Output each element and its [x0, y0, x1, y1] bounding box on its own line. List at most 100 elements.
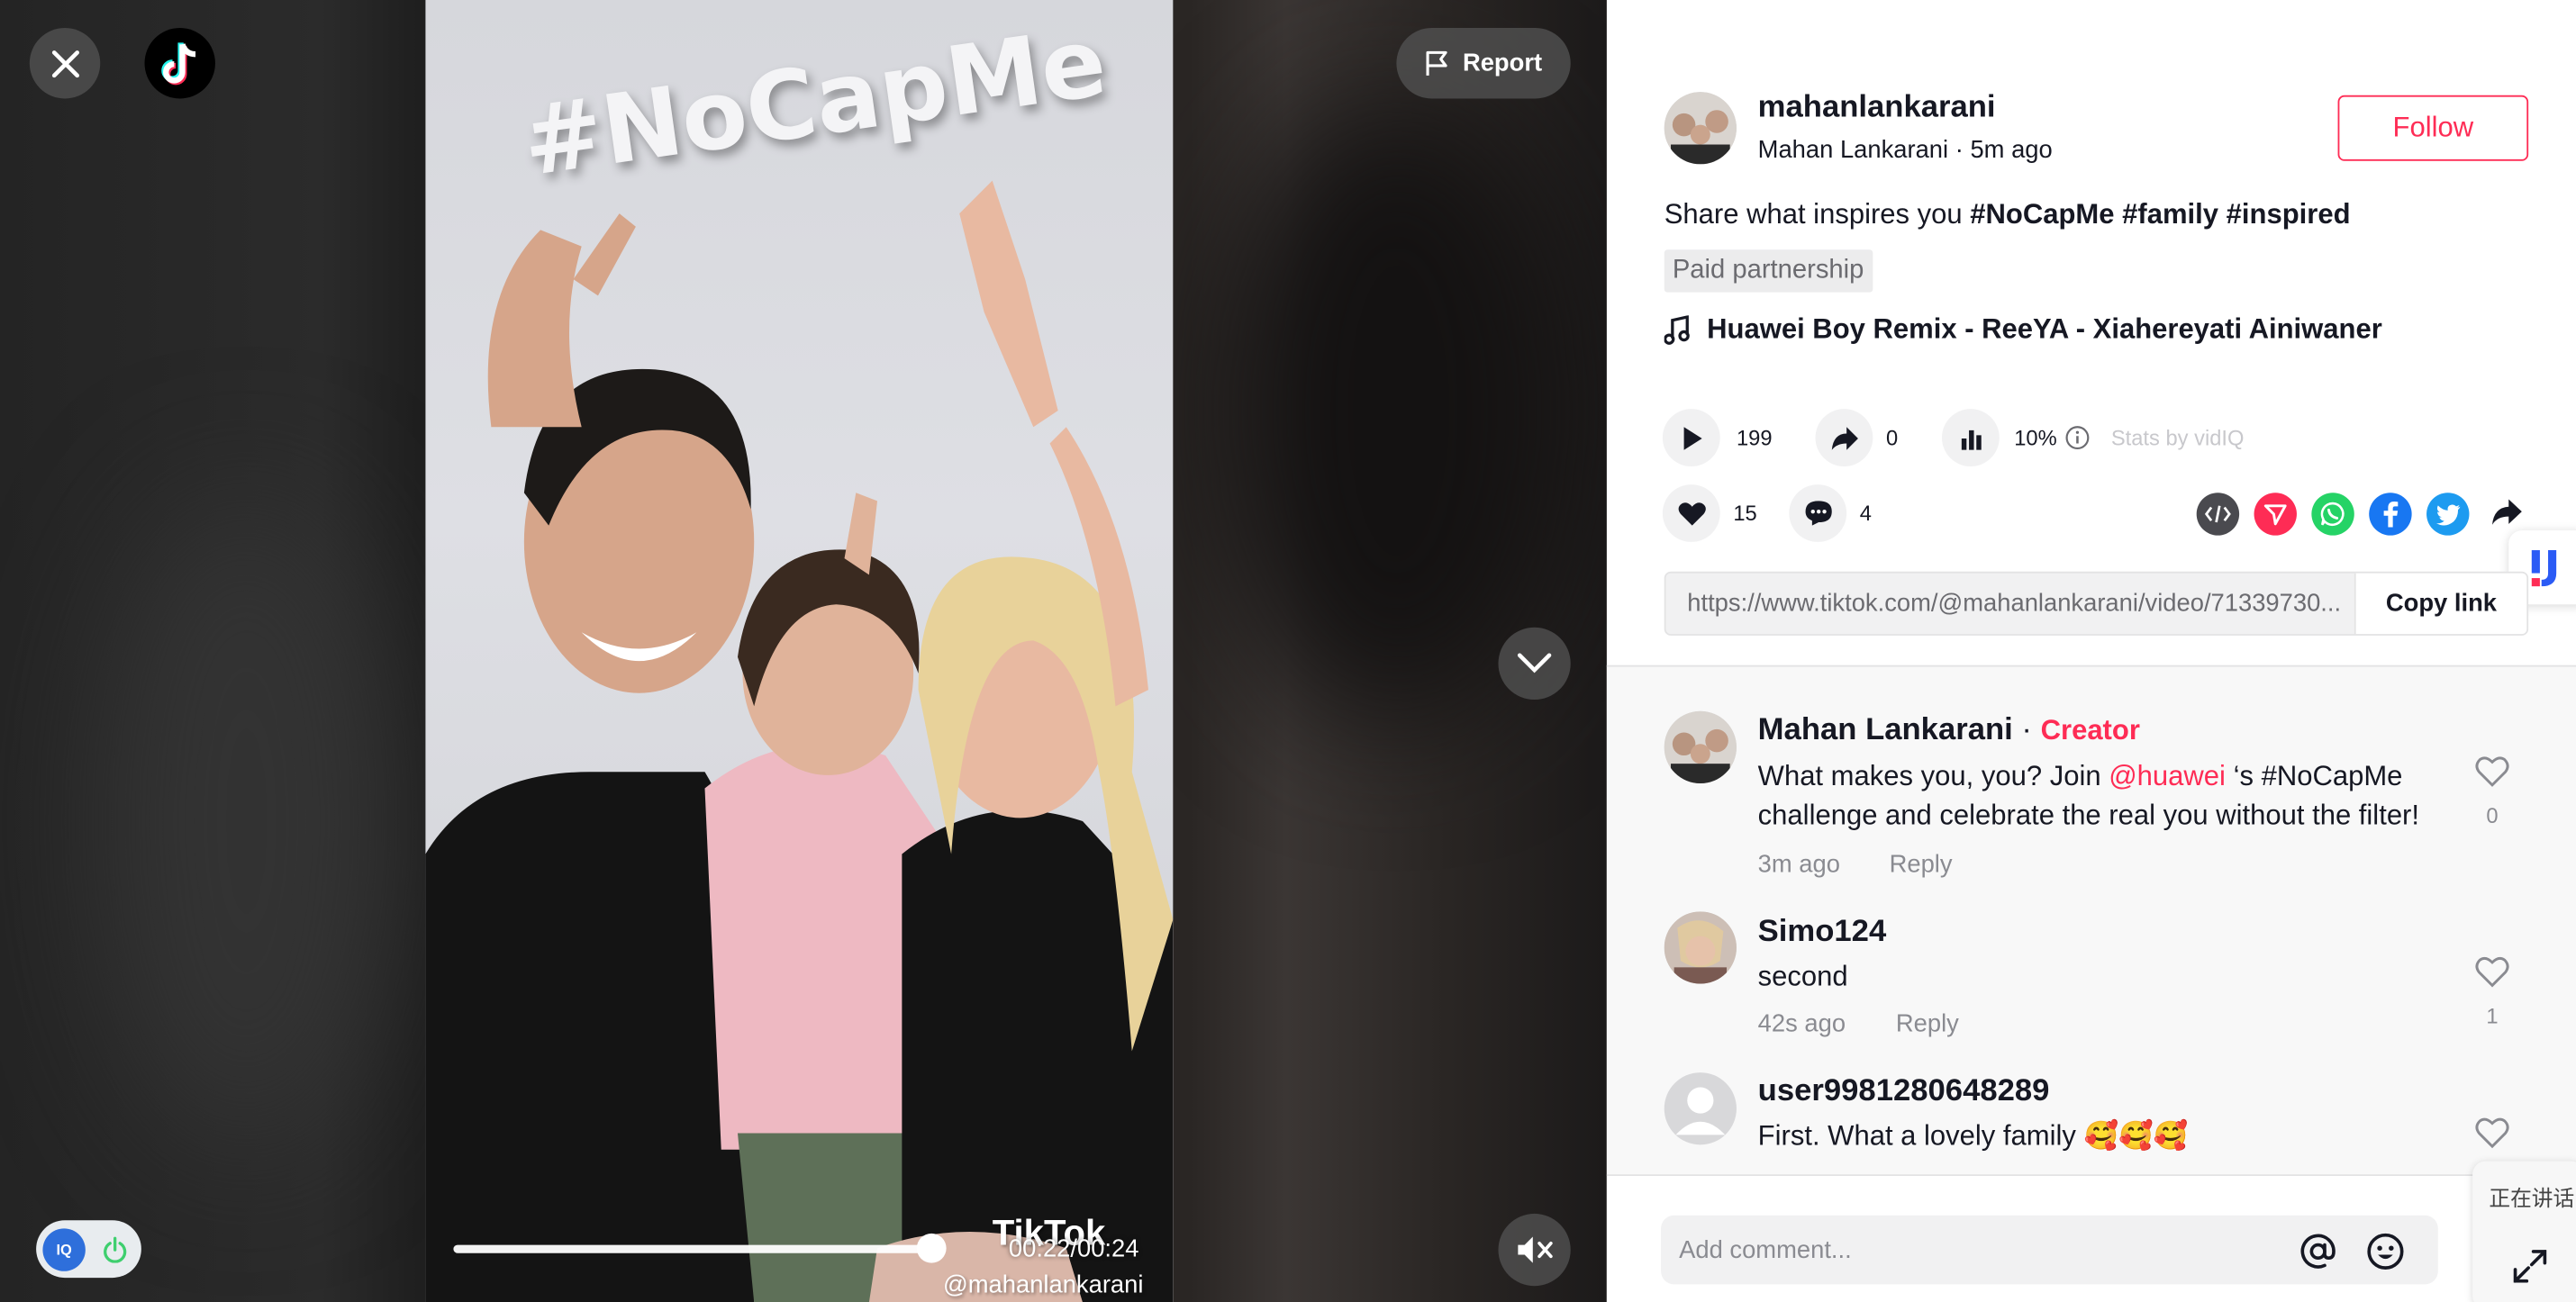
tiktok-logo-icon [160, 41, 195, 85]
likes-count: 15 [1733, 501, 1757, 526]
copy-link-button[interactable]: Copy link [2354, 573, 2527, 635]
default-avatar-icon [1675, 1087, 1726, 1135]
close-icon [50, 50, 79, 77]
watermark-handle: @mahanlankarani [942, 1270, 1144, 1299]
heart-outline-icon[interactable] [2474, 1117, 2510, 1149]
whatsapp-share-button[interactable] [2311, 493, 2354, 536]
comment-bubble-icon [1804, 501, 1831, 526]
comment-time: 42s ago [1757, 1009, 1846, 1038]
comment-text: second [1757, 961, 1848, 992]
comment-list[interactable]: Mahan Lankarani · Creator What makes you… [1606, 665, 2576, 1175]
comment-text-before: What makes you, you? Join [1757, 760, 2109, 792]
emoji-icon[interactable] [2366, 1232, 2406, 1271]
video-frame[interactable]: #NoCapMe [425, 0, 1174, 1302]
vidiq-icon: IQ [42, 1227, 86, 1270]
share-arrow-icon [1830, 426, 1858, 449]
send-to-friends-button[interactable] [2254, 493, 2297, 536]
embed-button[interactable] [2196, 493, 2240, 536]
extension-logo-icon [2530, 549, 2556, 586]
paid-partnership-badge: Paid partnership [1664, 249, 1873, 293]
facebook-share-button[interactable] [2369, 493, 2412, 536]
comment-text: First. What a lovely family 🥰🥰🥰 [1757, 1119, 2189, 1152]
comment-time: 3m ago [1757, 850, 1840, 879]
close-button[interactable] [29, 28, 101, 99]
share-link-url[interactable]: https://www.tiktok.com/@mahanlankarani/v… [1687, 590, 2353, 618]
comment-like[interactable]: 0 [2472, 755, 2512, 827]
creator-badge: Creator [2040, 714, 2140, 746]
author-username[interactable]: mahanlankarani [1758, 90, 1996, 126]
post-time: 5m ago [1970, 136, 2053, 165]
plays-stat [1662, 409, 1720, 467]
engagement-stat [1941, 409, 2000, 467]
comment-like[interactable]: 1 [2472, 956, 2512, 1028]
heart-icon [1677, 502, 1705, 525]
expand-icon[interactable] [2512, 1248, 2548, 1284]
hashtag-link[interactable]: #inspired [2227, 199, 2351, 231]
separator-dot: · [1955, 136, 1971, 165]
reply-button[interactable]: Reply [1890, 851, 1953, 879]
follow-button[interactable]: Follow [2337, 95, 2529, 161]
video-description: Share what inspires you #NoCapMe #family… [1664, 199, 2351, 231]
chevron-down-icon [1517, 653, 1552, 674]
heart-outline-icon[interactable] [2474, 755, 2510, 788]
avatar-image [1664, 92, 1737, 165]
floating-voice-widget[interactable]: 正在讲话 [2472, 1161, 2576, 1302]
comment-avatar[interactable] [1664, 1072, 1737, 1145]
like-button[interactable] [1662, 484, 1720, 542]
info-icon[interactable] [2065, 425, 2090, 450]
music-title: Huawei Boy Remix - ReeYA - Xiahereyati A… [1707, 313, 2382, 346]
comment-like-count: 0 [2486, 802, 2499, 828]
twitter-share-button[interactable] [2426, 493, 2470, 536]
mention-at-icon[interactable] [2299, 1232, 2338, 1271]
author-subline: Mahan Lankarani · 5m ago [1758, 136, 2053, 164]
plays-count: 199 [1736, 425, 1773, 450]
facebook-icon [2383, 502, 2399, 528]
hashtag-link[interactable]: #family [2122, 199, 2218, 231]
send-icon [2263, 504, 2287, 526]
comments-button[interactable] [1789, 484, 1847, 542]
music-link[interactable]: Huawei Boy Remix - ReeYA - Xiahereyati A… [1664, 313, 2382, 346]
comment-author[interactable]: Mahan Lankarani · Creator [1758, 713, 2140, 749]
extension-toggle[interactable]: IQ [36, 1220, 141, 1279]
next-video-button[interactable] [1498, 627, 1571, 701]
share-count-button[interactable] [1815, 409, 1873, 467]
comment-author-name[interactable]: Simo124 [1758, 915, 1887, 951]
comment-avatar[interactable] [1664, 710, 1737, 784]
progress-bar[interactable] [453, 1244, 930, 1253]
details-panel: mahanlankarani Mahan Lankarani · 5m ago … [1606, 0, 2576, 1302]
speaking-label: 正在讲话 [2489, 1185, 2575, 1211]
progress-handle[interactable] [916, 1233, 947, 1263]
mention-link[interactable]: @huawei [2109, 761, 2226, 792]
author-display-name: Mahan Lankarani [1757, 136, 1949, 165]
tiktok-logo[interactable] [144, 28, 215, 99]
comment-text: What makes you, you? Join @huawei ‘s #No… [1758, 757, 2448, 836]
reply-button[interactable]: Reply [1896, 1010, 1959, 1038]
flag-icon [1427, 50, 1448, 76]
comment-author-name: Mahan Lankarani [1757, 712, 2013, 747]
report-button[interactable]: Report [1396, 28, 1571, 99]
heart-outline-icon[interactable] [2474, 956, 2510, 989]
stats-by-vidiq: Stats by vidIQ [2110, 425, 2245, 450]
video-player-area: #NoCapMe Report TikTok 00:22/00:24 @maha… [0, 0, 1607, 1302]
twitter-bird-icon [2435, 503, 2460, 525]
avatar-image [1664, 710, 1737, 784]
video-time: 00:22/00:24 [1008, 1234, 1139, 1263]
comments-count: 4 [1859, 501, 1872, 526]
share-link-box: https://www.tiktok.com/@mahanlankarani/v… [1664, 571, 2529, 636]
comment-like[interactable] [2472, 1117, 2512, 1158]
comment-avatar[interactable] [1664, 911, 1737, 984]
bar-chart-icon [1960, 429, 1981, 449]
background-blur [98, 493, 395, 1150]
power-icon[interactable] [102, 1235, 128, 1262]
comment-bar [1606, 1174, 2576, 1302]
shares-count: 0 [1885, 425, 1899, 450]
hashtag-link[interactable]: #NoCapMe [1970, 199, 2114, 231]
play-icon [1683, 426, 1701, 449]
comment-author-name[interactable]: user9981280648289 [1758, 1074, 2050, 1110]
mute-button[interactable] [1498, 1213, 1571, 1287]
music-note-icon [1664, 315, 1690, 345]
author-avatar[interactable] [1664, 92, 1737, 165]
volume-muted-icon [1518, 1236, 1553, 1263]
report-label: Report [1462, 49, 1543, 77]
more-share-arrow-icon[interactable] [2490, 498, 2523, 528]
